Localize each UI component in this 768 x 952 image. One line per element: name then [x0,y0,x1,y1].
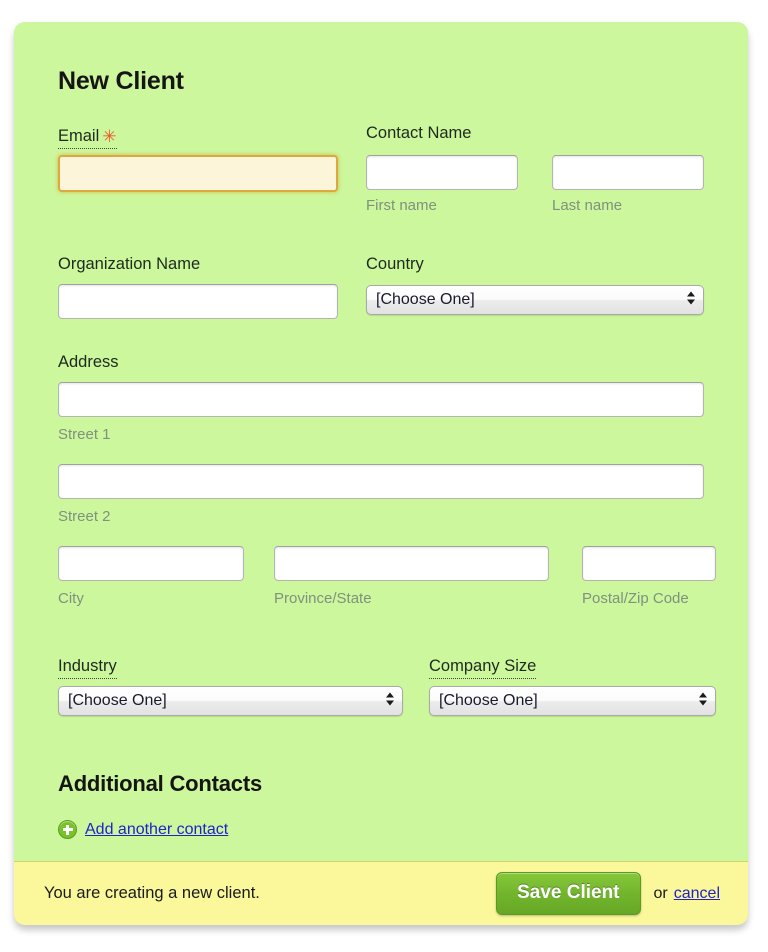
postal-code-sub-label: Postal/Zip Code [582,590,689,607]
industry-select[interactable]: [Choose One] [58,686,403,716]
chevron-updown-icon [698,692,707,710]
company-size-select[interactable]: [Choose One] [429,686,716,716]
street2-sub-label: Street 2 [58,508,111,525]
city-sub-label: City [58,590,84,607]
email-input[interactable] [58,155,338,192]
email-label-text: Email [58,127,100,145]
or-label: or [653,884,668,902]
new-client-panel: New Client Email ✳ Contact Name First nam… [14,22,748,925]
save-client-button[interactable]: Save Client [496,872,641,915]
address-label: Address [58,353,119,371]
organization-name-input[interactable] [58,284,338,319]
additional-contacts-title: Additional Contacts [58,771,262,796]
first-name-sub-label: First name [366,197,437,214]
last-name-sub-label: Last name [552,197,623,214]
form-footer: You are creating a new client. Save Clie… [14,861,748,925]
plus-circle-icon [58,820,77,839]
page-title: New Client [58,67,184,95]
chevron-updown-icon [686,291,695,309]
status-message: You are creating a new client. [44,884,260,902]
cancel-link[interactable]: cancel [674,885,720,903]
add-another-contact-link[interactable]: Add another contact [85,821,228,839]
email-label: Email ✳ [58,126,117,149]
contact-name-label: Contact Name [366,124,472,142]
organization-name-label: Organization Name [58,255,201,273]
street2-input[interactable] [58,464,704,499]
add-another-contact-row[interactable]: Add another contact [58,820,228,839]
country-select[interactable]: [Choose One] [366,285,704,315]
street1-sub-label: Street 1 [58,426,111,443]
city-input[interactable] [58,546,244,581]
postal-code-input[interactable] [582,546,716,581]
chevron-updown-icon [385,692,394,710]
first-name-input[interactable] [366,155,518,190]
street1-input[interactable] [58,382,704,417]
required-asterisk-icon: ✳ [102,127,117,146]
last-name-input[interactable] [552,155,704,190]
industry-select-value: [Choose One] [68,692,167,709]
form-body: New Client Email ✳ Contact Name First nam… [14,22,748,862]
company-size-label: Company Size [429,656,537,679]
company-size-select-value: [Choose One] [439,692,538,709]
country-select-value: [Choose One] [376,291,475,308]
province-state-sub-label: Province/State [274,590,372,607]
country-label: Country [366,255,424,273]
province-state-input[interactable] [274,546,549,581]
industry-label: Industry [58,656,117,679]
